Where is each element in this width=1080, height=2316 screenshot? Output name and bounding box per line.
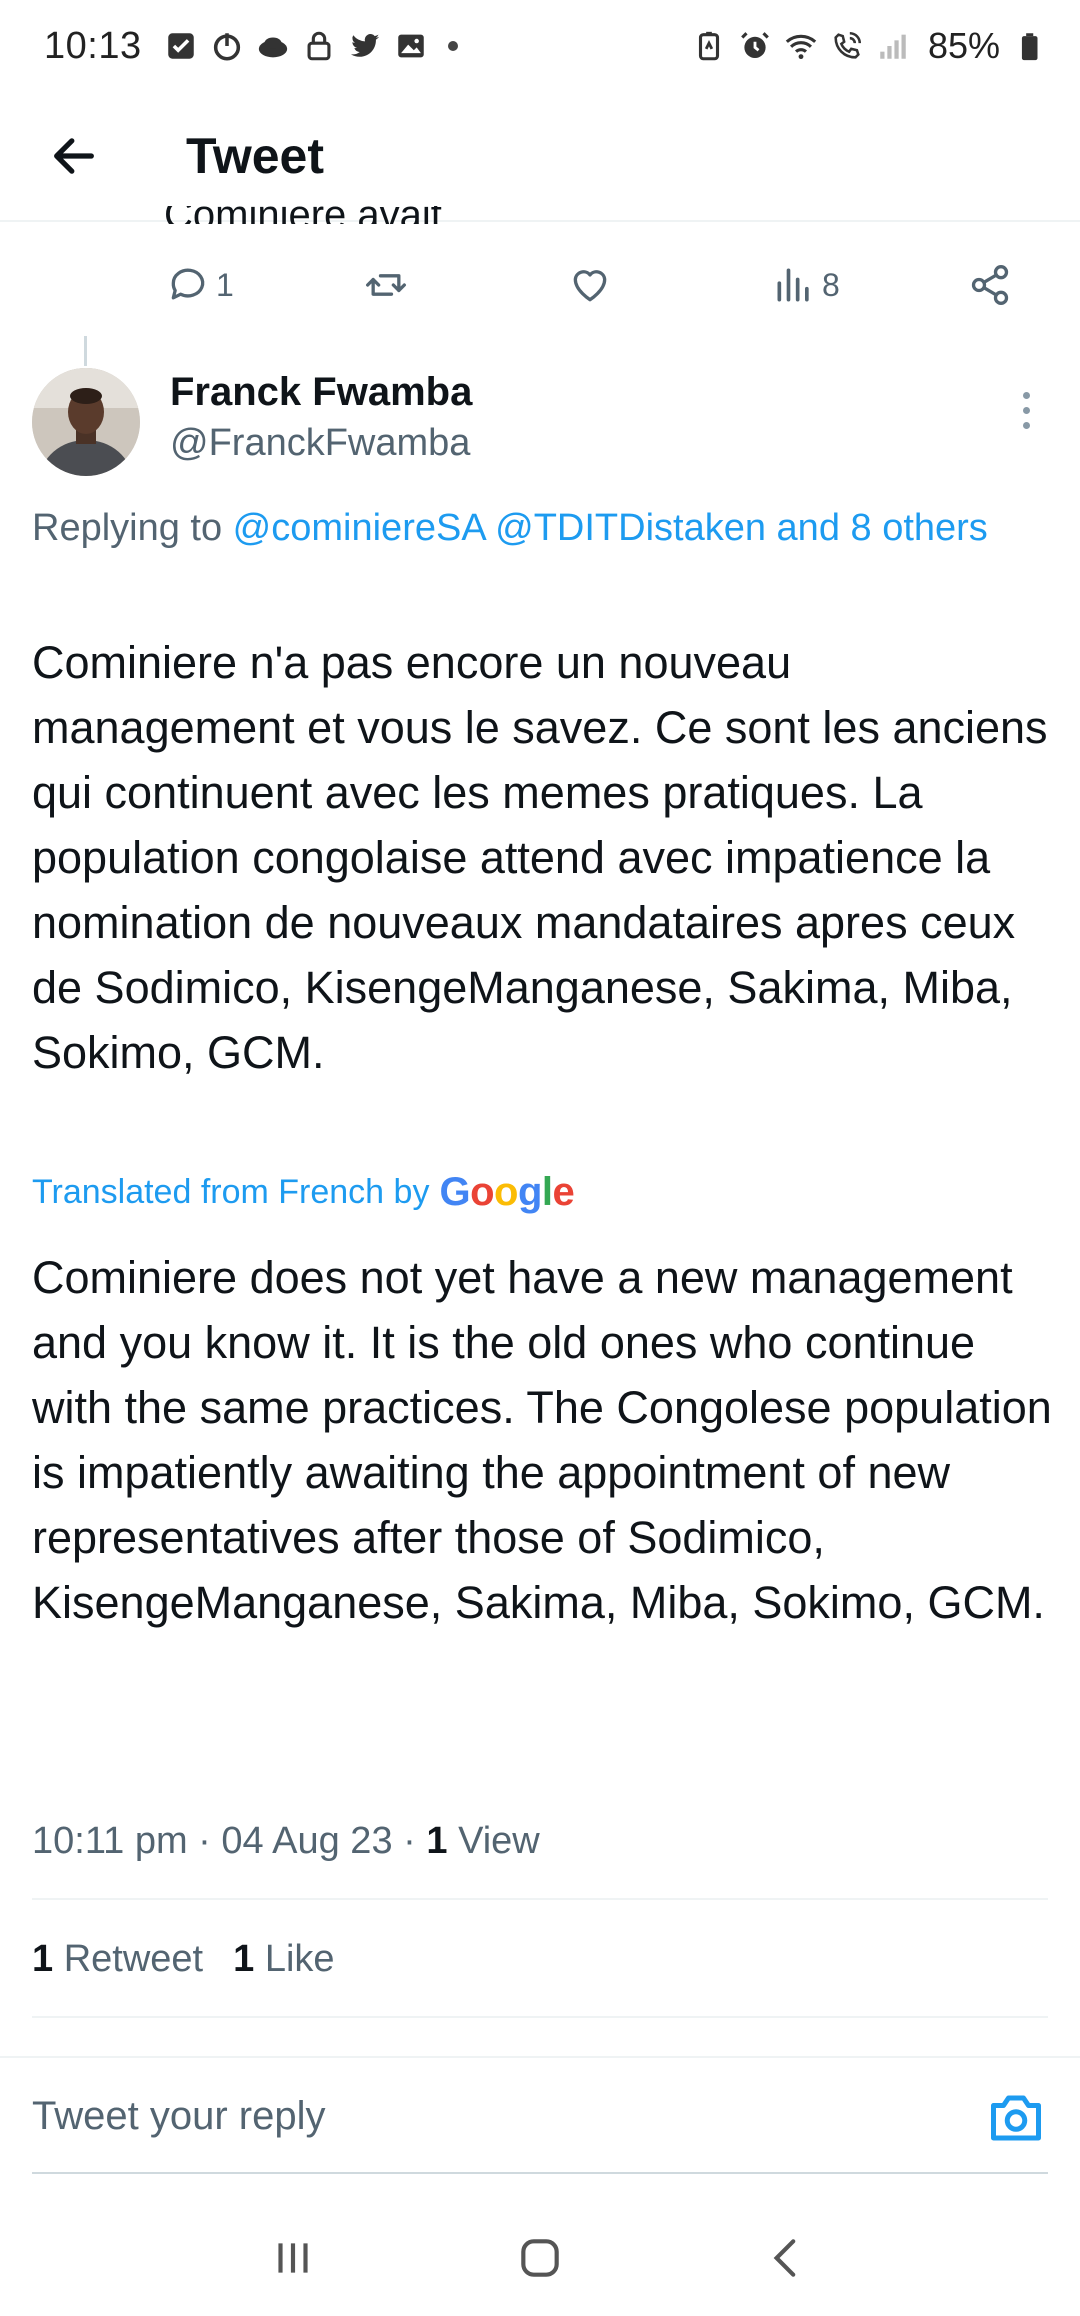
translated-label: Translated from French by — [32, 1173, 430, 1211]
alarm-icon — [738, 29, 772, 63]
like-button[interactable] — [568, 250, 612, 320]
views-count: 1 — [426, 1820, 448, 1862]
thread-connector-line — [84, 336, 87, 366]
reply-count: 1 — [216, 266, 234, 303]
likes-count: 1 — [233, 1938, 255, 1980]
view-count: 8 — [822, 266, 840, 303]
top-app-bar: Tweet — [0, 92, 1080, 222]
tweet-time: 10:11 pm — [32, 1820, 188, 1862]
more-options-button[interactable] — [1004, 388, 1048, 432]
google-logo: Google — [439, 1170, 575, 1214]
retweet-icon — [366, 274, 406, 296]
tweet-meta: 10:11 pm · 04 Aug 23 · 1 View — [32, 1820, 540, 1862]
retweets-stat[interactable]: 1 Retweet — [32, 1938, 203, 1981]
views-label: View — [458, 1820, 540, 1862]
previous-tweet-text: Cominiere avait — [164, 206, 442, 224]
cloud-notification-icon — [256, 29, 290, 63]
likes-stat[interactable]: 1 Like — [233, 1938, 334, 1981]
reply-underline — [32, 2172, 1048, 2174]
replying-prefix: Replying to — [32, 507, 233, 549]
translation-attribution[interactable]: Translated from French by Google — [32, 1170, 575, 1215]
system-navigation-bar — [0, 2200, 1080, 2316]
home-icon — [521, 2239, 559, 2277]
back-arrow-icon — [54, 138, 94, 174]
share-button[interactable] — [968, 250, 1012, 320]
tweet-stats: 1 Retweet 1 Like — [32, 1938, 335, 1981]
replying-to-line: Replying to @cominiereSA @TDITDistaken a… — [32, 500, 1042, 556]
twitter-notification-icon — [348, 29, 382, 63]
battery-percent: 85% — [927, 25, 1000, 66]
views-icon — [777, 268, 809, 302]
likes-label: Like — [264, 1938, 335, 1980]
checkbox-notification-icon — [164, 29, 198, 63]
retweet-button[interactable] — [364, 250, 408, 320]
previous-tweet-actions: 1 8 — [0, 250, 1080, 320]
mention-link[interactable]: @cominiereSA — [233, 507, 485, 549]
translated-text: Cominiere does not yet have a new manage… — [32, 1252, 1052, 1628]
lock-notification-icon — [302, 29, 336, 63]
views-button[interactable]: 8 — [772, 250, 840, 320]
reply-button[interactable]: 1 — [166, 250, 234, 320]
recents-icon — [278, 2243, 308, 2273]
camera-icon — [991, 2095, 1041, 2141]
status-time: 10:13 — [44, 24, 142, 67]
chevron-left-icon — [773, 2239, 795, 2277]
divider — [32, 1898, 1048, 1900]
author-name[interactable]: Franck Fwamba — [170, 370, 472, 415]
signal-icon — [876, 29, 910, 63]
share-icon — [971, 265, 1009, 305]
reply-input[interactable]: Tweet your reply — [32, 2094, 325, 2139]
divider — [32, 2016, 1048, 2018]
back-button[interactable] — [34, 116, 114, 196]
others-link[interactable]: and 8 others — [777, 507, 988, 549]
reply-composer: Tweet your reply — [0, 2056, 1080, 2176]
wifi-calling-icon — [830, 29, 864, 63]
like-icon — [573, 270, 607, 302]
battery-saver-icon — [692, 29, 726, 63]
recents-button[interactable] — [258, 2223, 328, 2293]
wifi-icon — [784, 29, 818, 63]
more-icon — [1022, 391, 1030, 399]
more-notifications-dot — [447, 41, 458, 51]
status-bar: 10:13 85% — [0, 0, 1080, 92]
battery-icon — [1012, 29, 1046, 63]
retweets-count: 1 — [32, 1938, 54, 1980]
tweet-date: 04 Aug 23 — [221, 1820, 393, 1862]
camera-button[interactable] — [986, 2090, 1046, 2146]
back-nav-button[interactable] — [752, 2223, 822, 2293]
home-button[interactable] — [505, 2223, 575, 2293]
power-notification-icon — [210, 29, 244, 63]
mention-link[interactable]: @TDITDistaken — [495, 507, 766, 549]
gallery-notification-icon — [394, 29, 428, 63]
page-title: Tweet — [186, 128, 324, 184]
author-handle[interactable]: @FranckFwamba — [170, 422, 470, 465]
retweets-label: Retweet — [63, 1938, 204, 1980]
tweet-text: Cominiere n'a pas encore un nouveau mana… — [32, 637, 1048, 1078]
reply-icon — [171, 268, 205, 300]
avatar[interactable] — [32, 368, 140, 476]
